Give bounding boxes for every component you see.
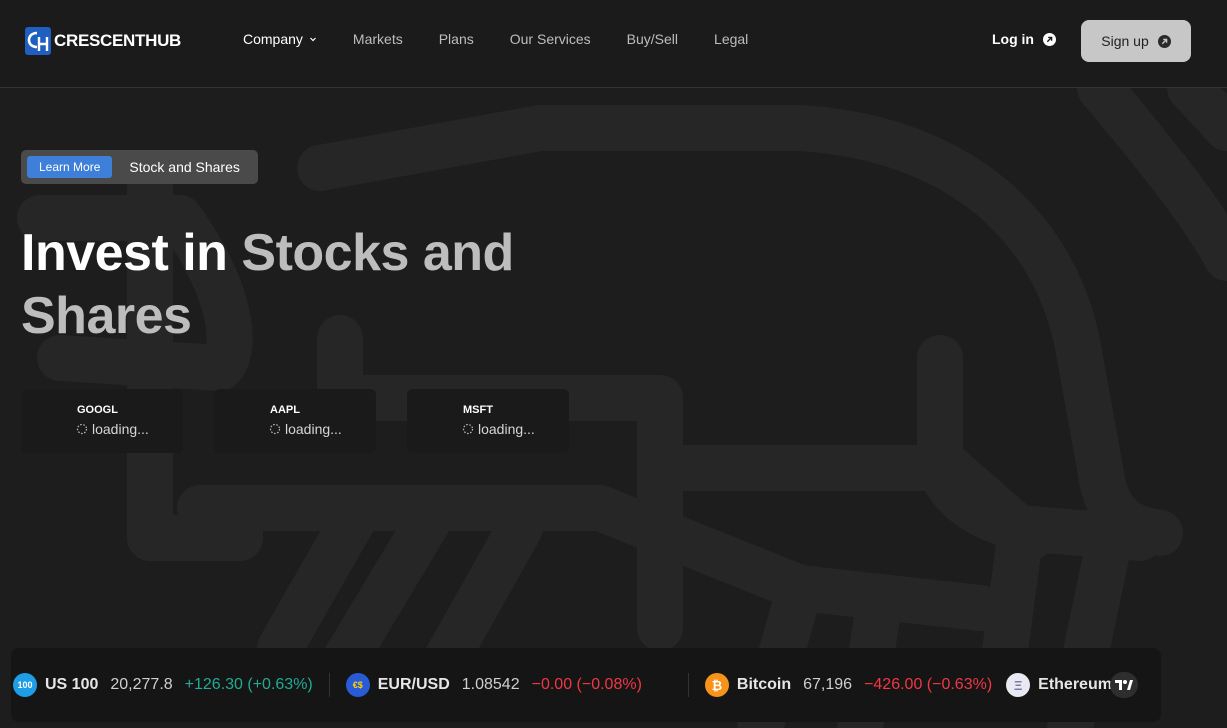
ticker-name: Ethereum xyxy=(1038,676,1112,693)
loading-indicator: loading... xyxy=(269,421,342,437)
ticker-tape[interactable]: 100 US 100 20,277.8 +126.30 (+0.63%) €$ … xyxy=(11,648,1161,722)
loading-indicator: loading... xyxy=(76,421,149,437)
eurusd-flag-icon: €$ xyxy=(345,673,370,697)
nav-item-plans[interactable]: Plans xyxy=(439,31,474,47)
ticker-name: US 100 xyxy=(45,676,99,693)
stock-card-msft[interactable]: MSFT loading... xyxy=(407,389,569,453)
signup-button[interactable]: Sign up xyxy=(1081,20,1191,62)
hero-pill: Learn More Stock and Shares xyxy=(21,150,258,184)
page: CRESCENTHUB Company Markets Plans Our Se… xyxy=(0,0,1227,728)
ticker-divider xyxy=(328,673,330,697)
loading-text: loading... xyxy=(92,421,149,437)
ticker-value: 20,277.8 xyxy=(110,676,173,693)
nav-item-label: Plans xyxy=(438,31,474,47)
arrow-up-right-circle-icon xyxy=(1043,32,1056,46)
ethereum-icon: Ξ xyxy=(1006,673,1031,697)
stock-symbol: AAPL xyxy=(270,404,300,416)
hero-headline: Invest in Stocks and Shares xyxy=(21,222,581,348)
nav-item-our-services[interactable]: Our Services xyxy=(510,31,591,47)
ticker-change: −0.00 (−0.08%) xyxy=(531,676,642,693)
ticker-item-eurusd[interactable]: €$ EUR/USD 1.08542 −0.00 (−0.08%) xyxy=(345,673,642,697)
nav-item-label: Company xyxy=(243,31,303,47)
nav-item-label: Our Services xyxy=(509,31,591,47)
loading-text: loading... xyxy=(478,421,535,437)
site-header: CRESCENTHUB Company Markets Plans Our Se… xyxy=(0,0,1227,88)
ticker-item-bitcoin[interactable]: ₿ Bitcoin 67,196 −426.00 (−0.63%) xyxy=(704,673,993,697)
tradingview-logo-icon[interactable] xyxy=(1110,672,1138,698)
nav-item-label: Buy/Sell xyxy=(626,31,679,47)
loading-text: loading... xyxy=(285,421,342,437)
ticker-item-ethereum[interactable]: Ξ Ethereum xyxy=(1006,673,1124,697)
signup-label: Sign up xyxy=(1101,33,1149,49)
chevron-down-icon xyxy=(309,37,316,42)
stock-card-aapl[interactable]: AAPL loading... xyxy=(214,389,376,453)
tradingview-mark xyxy=(1115,680,1133,690)
arrow-up-right-circle-icon xyxy=(1157,34,1171,48)
nav-item-label: Markets xyxy=(352,31,403,47)
ticker-value: 67,196 xyxy=(803,676,853,693)
logo-text: CRESCENTHUB xyxy=(54,31,182,50)
nav-item-company[interactable]: Company xyxy=(243,31,317,47)
ticker-name: Bitcoin xyxy=(736,676,792,693)
learn-more-button[interactable]: Learn More xyxy=(27,156,113,178)
nav-item-buy-sell[interactable]: Buy/Sell xyxy=(627,31,678,47)
nav-item-legal[interactable]: Legal xyxy=(714,31,748,47)
stock-card-googl[interactable]: GOOGL loading... xyxy=(21,389,183,453)
crescenthub-logo-icon xyxy=(25,27,51,55)
main-nav: Company Markets Plans Our Services Buy/S… xyxy=(243,31,784,47)
loading-indicator: loading... xyxy=(462,421,535,437)
logo[interactable]: CRESCENTHUB xyxy=(25,27,181,55)
us100-icon: 100 xyxy=(13,673,37,697)
ticker-row: 100 US 100 20,277.8 +126.30 (+0.63%) €$ … xyxy=(13,648,1124,722)
login-label: Log in xyxy=(992,31,1034,47)
headline-white: Invest in xyxy=(21,224,242,282)
pill-text: Stock and Shares xyxy=(129,159,240,175)
ticker-change: −426.00 (−0.63%) xyxy=(864,676,993,693)
nav-item-label: Legal xyxy=(714,31,749,47)
nav-item-markets[interactable]: Markets xyxy=(353,31,403,47)
spinner-icon xyxy=(76,423,88,435)
bitcoin-icon: ₿ xyxy=(704,673,729,697)
stock-symbol: GOOGL xyxy=(77,404,118,416)
spinner-icon xyxy=(269,423,281,435)
ticker-divider xyxy=(687,673,689,697)
spinner-icon xyxy=(462,423,474,435)
ticker-name: EUR/USD xyxy=(377,676,450,693)
login-button[interactable]: Log in xyxy=(992,31,1056,47)
stock-symbol: MSFT xyxy=(463,404,493,416)
ticker-value: 1.08542 xyxy=(461,676,520,693)
stock-cards: GOOGL loading... AAPL loading... MSFT lo… xyxy=(21,389,569,453)
ticker-change: +126.30 (+0.63%) xyxy=(184,676,313,693)
ticker-item-us100[interactable]: 100 US 100 20,277.8 +126.30 (+0.63%) xyxy=(13,673,313,697)
